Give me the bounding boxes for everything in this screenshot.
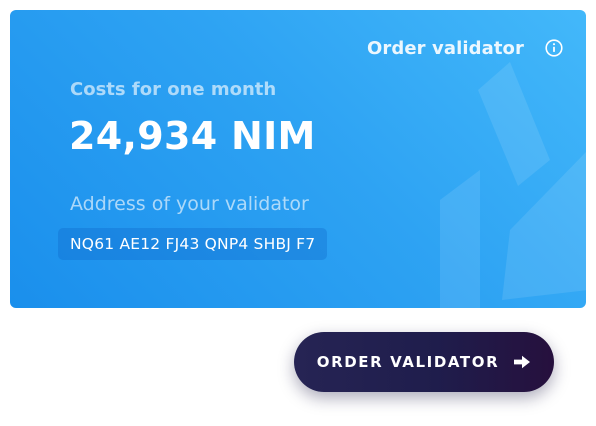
- validator-order-card: Order validator Costs for one month 24,9…: [10, 10, 586, 308]
- order-validator-button[interactable]: ORDER VALIDATOR: [294, 332, 554, 392]
- info-icon[interactable]: [545, 39, 563, 57]
- address-label: Address of your validator: [70, 193, 309, 215]
- costs-label: Costs for one month: [70, 79, 277, 100]
- order-validator-title: Order validator: [366, 38, 524, 59]
- arrow-right-icon: [514, 355, 531, 369]
- order-validator-button-label: ORDER VALIDATOR: [316, 353, 500, 371]
- validator-address-chip[interactable]: NQ61 AE12 FJ43 QNP4 SHBJ F7: [58, 228, 328, 260]
- costs-value: 24,934 NIM: [69, 114, 316, 158]
